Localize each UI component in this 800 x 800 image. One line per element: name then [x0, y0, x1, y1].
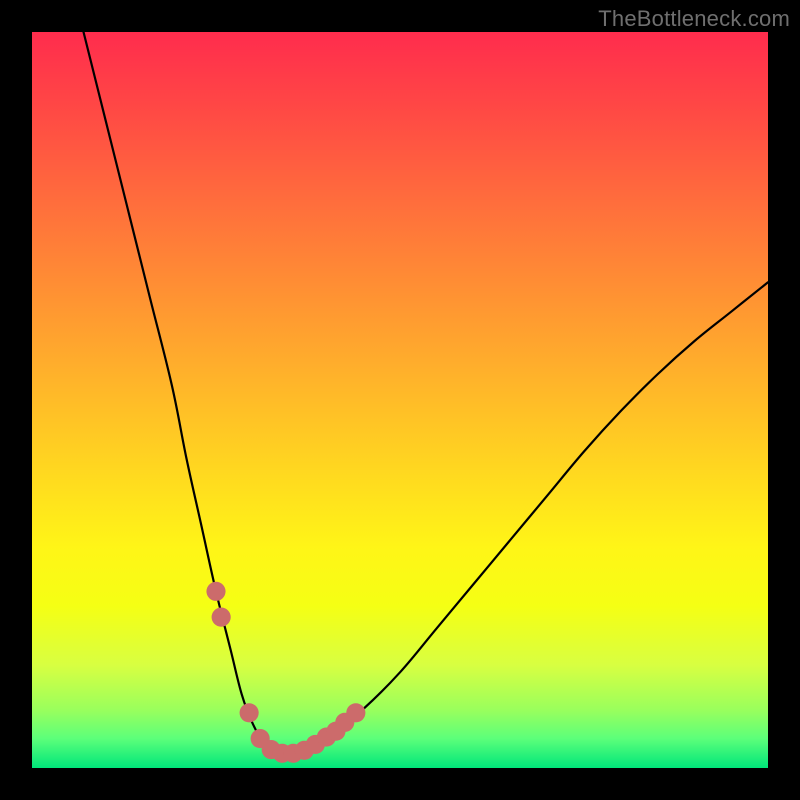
highlight-dots: [206, 582, 365, 763]
chart-frame: TheBottleneck.com: [0, 0, 800, 800]
highlight-dot: [206, 582, 225, 601]
watermark-text: TheBottleneck.com: [598, 6, 790, 32]
chart-svg: [32, 32, 768, 768]
highlight-dot: [240, 703, 259, 722]
bottleneck-curve: [84, 32, 768, 754]
highlight-dot: [346, 703, 365, 722]
highlight-dot: [212, 608, 231, 627]
